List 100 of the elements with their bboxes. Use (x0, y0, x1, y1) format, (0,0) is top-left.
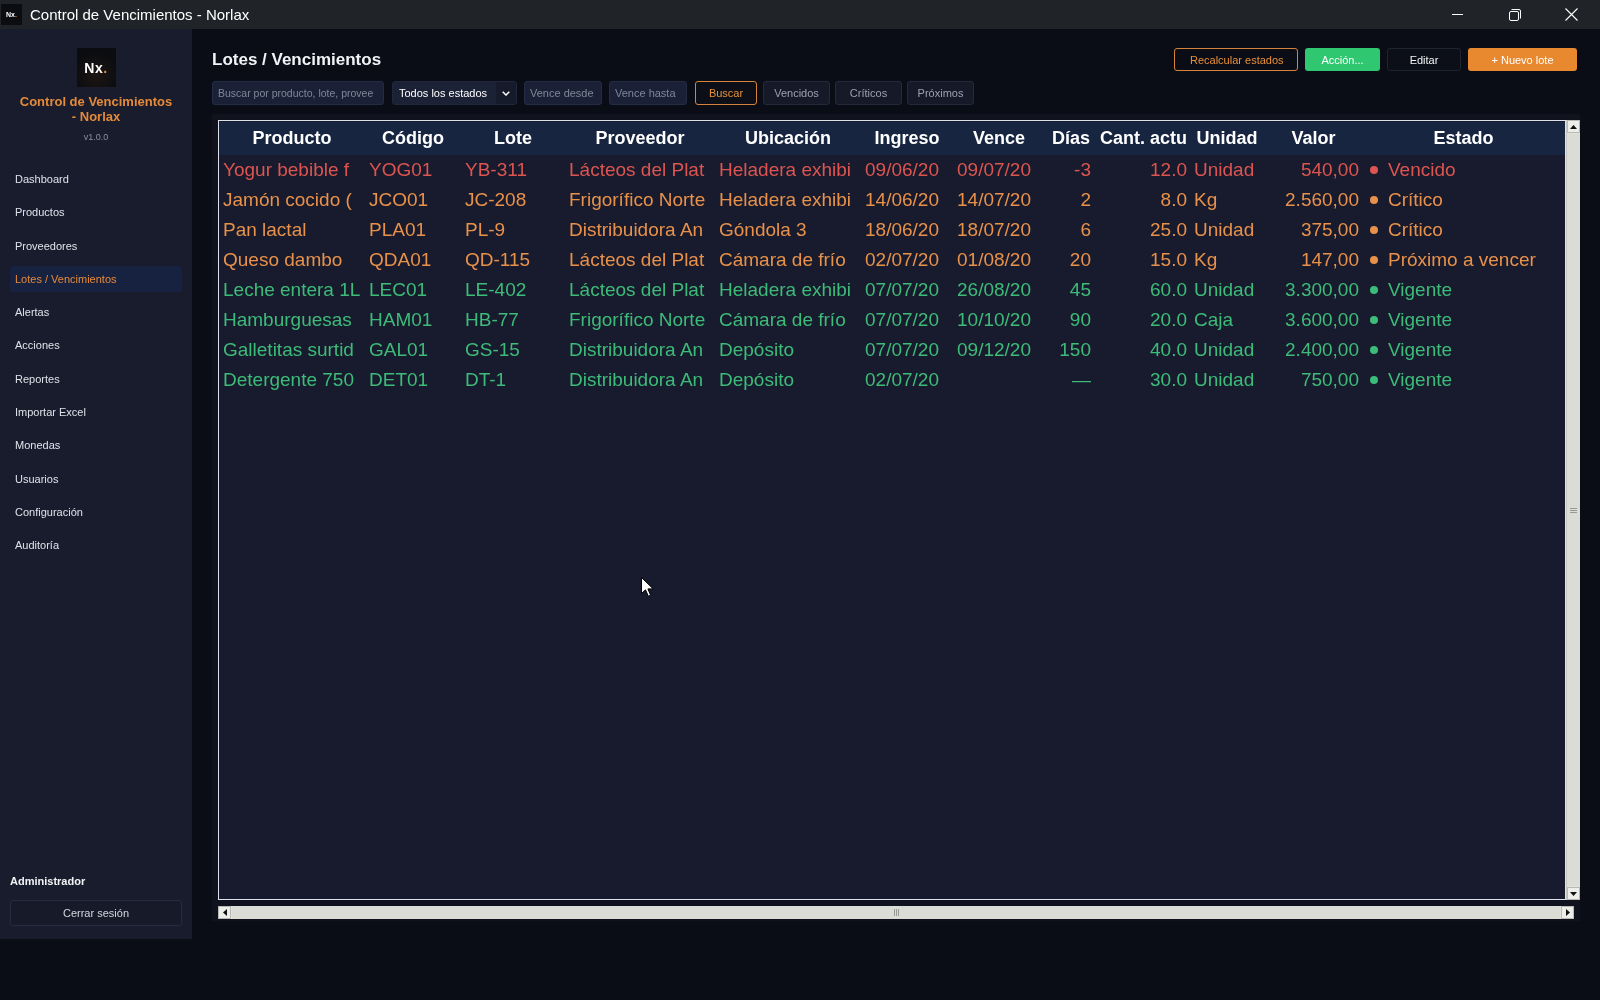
restore-icon (1508, 8, 1521, 21)
column-header: Valor (1290, 128, 1337, 149)
table-cell-text: 2.400,00 (1284, 338, 1360, 362)
sidebar-item[interactable]: Dashboard (10, 166, 182, 192)
table-cell-text: HB-77 (464, 308, 520, 332)
sidebar-item[interactable]: Productos (10, 199, 182, 226)
table-cell-text: Frigorífico Norte (568, 308, 707, 332)
table-cell-text: 07/07/20 (864, 308, 940, 332)
sidebar-item[interactable]: Importar Excel (10, 399, 182, 426)
table-cell-text: 540,00 (1299, 158, 1360, 182)
column-header: Vence (971, 128, 1026, 149)
table-cell-text: YOG01 (368, 158, 434, 182)
toolbar-button[interactable]: Editar (1387, 48, 1461, 71)
table-cell-text: 8.0 (1159, 188, 1188, 212)
table-cell-text: Queso dambo (222, 248, 344, 272)
column-header: Días (1051, 128, 1091, 149)
down-arrow-icon (1570, 891, 1577, 896)
grip-icon (893, 909, 899, 916)
table-cell-text: 20 (1068, 248, 1092, 272)
table-cell-text: Heladera exhibi (718, 188, 853, 212)
table-cell-text: 01/08/20 (956, 248, 1032, 272)
logout-button[interactable]: Cerrar sesión (10, 900, 182, 926)
table-cell-text: 15.0 (1149, 248, 1188, 272)
table-cell-text: Unidad (1193, 338, 1256, 362)
right-arrow-icon (1565, 909, 1570, 916)
table-cell-text: PL-9 (464, 218, 507, 242)
table-cell-text: Jamón cocido ( (222, 188, 353, 212)
sidebar-item[interactable]: Alertas (10, 299, 182, 326)
table-cell-text: Cámara de frío (718, 248, 847, 272)
table-cell-text: Lácteos del Plat (568, 248, 706, 272)
table-cell-text: 14/06/20 (864, 188, 940, 212)
table-cell-text: 2 (1079, 188, 1092, 212)
table-cell-text: Kg (1193, 188, 1219, 212)
search-field[interactable]: Buscar por producto, lote, provee (212, 81, 384, 105)
table-cell-text: 18/06/20 (864, 218, 940, 242)
table-cell-text: 18/07/20 (956, 218, 1032, 242)
table-cell-text: Lácteos del Plat (568, 278, 706, 302)
column-header: Ingreso (873, 128, 941, 149)
table-cell-text: Detergente 750 (222, 368, 355, 392)
table-cell-text: Caja (1193, 308, 1235, 332)
table-cell-text: JC-208 (464, 188, 528, 212)
table-cell-text: GS-15 (464, 338, 521, 362)
sidebar-item[interactable]: Usuarios (10, 465, 182, 492)
column-header: Cant. actu (1099, 128, 1188, 149)
table-cell-text: Galletitas surtid (222, 338, 355, 362)
status-label: Crítico (1388, 218, 1443, 242)
table-cell-text: Yogur bebible f (222, 158, 351, 182)
table-cell-text: Heladera exhibi (718, 158, 853, 182)
table-cell-text: Unidad (1193, 218, 1256, 242)
search-button[interactable]: Buscar (695, 81, 757, 105)
table-cell-text: QD-115 (464, 248, 532, 272)
table-cell-text: Unidad (1193, 278, 1256, 302)
table-cell-text: Depósito (718, 338, 795, 362)
status-label: Vencido (1388, 158, 1456, 182)
date-field[interactable]: Vence desde (524, 81, 602, 105)
filter-button[interactable]: Próximos (907, 81, 974, 105)
filter-button[interactable]: Vencidos (763, 81, 830, 105)
column-header: Lote (493, 128, 533, 149)
table-cell-text: 02/07/20 (864, 368, 940, 392)
sidebar-item[interactable]: Configuración (10, 498, 182, 525)
mouse-pointer-icon (641, 577, 654, 597)
filter-button[interactable]: Críticos (835, 81, 902, 105)
table-cell-text: Distribuidora An (568, 218, 705, 242)
column-header: Estado (1432, 128, 1495, 149)
table-cell-text: 3.600,00 (1284, 308, 1360, 332)
table-cell-text: Unidad (1193, 158, 1256, 182)
table-cell-text: 07/07/20 (864, 278, 940, 302)
horizontal-scrollbar[interactable] (218, 906, 1574, 919)
column-header: Unidad (1195, 128, 1259, 149)
sidebar-item[interactable]: Reportes (10, 365, 182, 392)
status-label: Vigente (1388, 338, 1453, 362)
close-icon (1565, 8, 1578, 21)
table-cell-text: 09/06/20 (864, 158, 940, 182)
table-cell-text: 10/10/20 (956, 308, 1032, 332)
table-cell-text: 2.560,00 (1284, 188, 1360, 212)
sidebar-item[interactable]: Auditoría (10, 532, 182, 559)
up-arrow-icon (1570, 124, 1577, 129)
table-cell-text: 6 (1079, 218, 1092, 242)
table-cell-text: LE-402 (464, 278, 528, 302)
table-cell-text: Kg (1193, 248, 1219, 272)
table-cell-text: 02/07/20 (864, 248, 940, 272)
date-field[interactable]: Vence hasta (609, 81, 687, 105)
app-name: Control de Vencimientos - Norlax (18, 94, 174, 124)
status-label: Vigente (1388, 278, 1453, 302)
status-label: Vigente (1388, 308, 1453, 332)
toolbar-button[interactable]: Recalcular estados (1174, 48, 1298, 71)
table-cell-text: LEC01 (368, 278, 429, 302)
table-cell-text: 30.0 (1149, 368, 1188, 392)
table-cell-text: 09/07/20 (956, 158, 1032, 182)
table-cell-text: 26/08/20 (956, 278, 1032, 302)
status-dropdown[interactable]: Todos los estados (392, 81, 517, 105)
sidebar-item[interactable]: Lotes / Vencimientos (10, 265, 182, 292)
sidebar-item[interactable]: Proveedores (10, 232, 182, 259)
table-cell-text: Lácteos del Plat (568, 158, 706, 182)
sidebar-item[interactable]: Acciones (10, 332, 182, 359)
sidebar-item[interactable]: Monedas (10, 432, 182, 459)
vertical-scrollbar[interactable] (1566, 120, 1580, 900)
table-cell-text: Frigorífico Norte (568, 188, 707, 212)
column-header: Ubicación (744, 128, 832, 149)
table-cell-text: Heladera exhibi (718, 278, 853, 302)
